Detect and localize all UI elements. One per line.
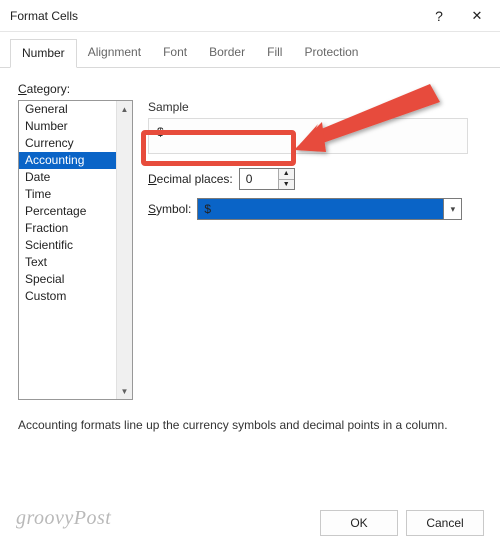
scroll-up-icon[interactable]: ▲ [117, 101, 132, 117]
decimal-places-input[interactable] [240, 169, 278, 189]
tab-alignment[interactable]: Alignment [77, 39, 152, 68]
chevron-down-icon[interactable]: ▾ [443, 199, 461, 219]
decimal-places-label: Decimal places: [148, 172, 233, 186]
decimal-places-spinner[interactable]: ▲ ▼ [239, 168, 295, 190]
options-panel: Sample $- Decimal places: ▲ ▼ Symbol: $ … [148, 100, 482, 220]
symbol-row: Symbol: $ ▾ [148, 198, 482, 220]
window-title: Format Cells [10, 9, 420, 23]
format-description: Accounting formats line up the currency … [18, 418, 478, 432]
title-bar: Format Cells ? ✕ [0, 0, 500, 32]
tab-number[interactable]: Number [10, 39, 77, 68]
decimal-places-row: Decimal places: ▲ ▼ [148, 168, 482, 190]
tab-protection[interactable]: Protection [293, 39, 369, 68]
symbol-dropdown[interactable]: $ ▾ [197, 198, 462, 220]
tab-border[interactable]: Border [198, 39, 256, 68]
sample-value: $- [157, 125, 168, 139]
category-label: Category: [18, 82, 482, 96]
close-button[interactable]: ✕ [458, 0, 496, 32]
sample-box: $- [148, 118, 468, 154]
symbol-value: $ [204, 202, 211, 216]
spinner-buttons: ▲ ▼ [278, 169, 294, 189]
spinner-down-icon[interactable]: ▼ [279, 180, 294, 190]
symbol-label: Symbol: [148, 202, 191, 216]
tab-font[interactable]: Font [152, 39, 198, 68]
ok-button[interactable]: OK [320, 510, 398, 536]
dialog-buttons: OK Cancel [320, 510, 484, 536]
spinner-up-icon[interactable]: ▲ [279, 169, 294, 180]
tab-strip: Number Alignment Font Border Fill Protec… [0, 32, 500, 68]
tab-fill[interactable]: Fill [256, 39, 293, 68]
watermark: groovyPost [16, 507, 111, 530]
sample-label: Sample [148, 100, 482, 114]
scroll-track[interactable] [117, 117, 132, 383]
help-button[interactable]: ? [420, 0, 458, 32]
dialog-body: Category: General Number Currency Accoun… [0, 68, 500, 220]
scroll-down-icon[interactable]: ▼ [117, 383, 132, 399]
category-listbox[interactable]: General Number Currency Accounting Date … [18, 100, 133, 400]
cancel-button[interactable]: Cancel [406, 510, 484, 536]
category-scrollbar[interactable]: ▲ ▼ [116, 101, 132, 399]
